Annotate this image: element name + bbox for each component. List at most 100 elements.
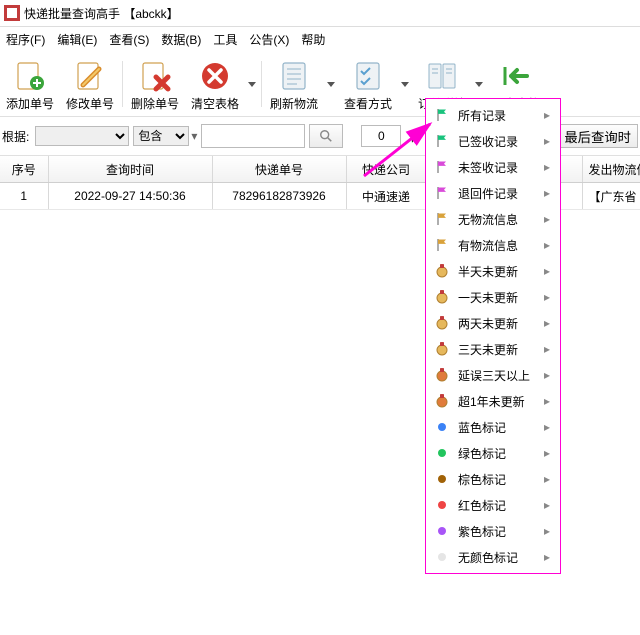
dropdown-item-label: 绿色标记 <box>458 445 534 462</box>
dropdown-item[interactable]: 三天未更新 ▸ <box>428 336 558 362</box>
dropdown-item[interactable]: 无物流信息▸ <box>428 206 558 232</box>
flag-icon <box>434 133 450 149</box>
dropdown-item-label: 两天未更新 <box>458 315 534 332</box>
dropdown-item[interactable]: 超1年未更新▸ <box>428 388 558 414</box>
menu-item[interactable]: 公告(X) <box>243 29 295 50</box>
submenu-caret-icon: ▸ <box>542 550 552 564</box>
dropdown-item-label: 未签收记录 <box>458 159 534 176</box>
medal-icon <box>434 341 450 357</box>
dot-icon <box>434 471 450 487</box>
menu-item[interactable]: 查看(S) <box>103 29 155 50</box>
dropdown-item[interactable]: 棕色标记▸ <box>428 466 558 492</box>
dropdown-item-label: 无物流信息 <box>458 211 534 228</box>
clear-button[interactable]: 清空表格 <box>185 57 245 112</box>
menu-item[interactable]: 数据(B) <box>155 29 207 50</box>
submenu-caret-icon: ▸ <box>542 472 552 486</box>
menu-item[interactable]: 程序(F) <box>0 29 51 50</box>
filter-value-input[interactable] <box>201 124 305 148</box>
menu-item[interactable]: 帮助 <box>295 29 331 50</box>
view-mode-dropdown[interactable]: 所有记录▸已签收记录▸未签收记录▸退回件记录▸无物流信息▸有物流信息▸半天未更新… <box>425 98 561 574</box>
del-button[interactable]: 删除单号 <box>125 57 185 112</box>
menu-item[interactable]: 编辑(E) <box>51 29 103 50</box>
column-header[interactable]: 查询时间 <box>48 156 212 183</box>
filter-operator-select[interactable]: 包含 <box>133 126 189 146</box>
dropdown-item-label: 一天未更新 <box>458 289 534 306</box>
del-label: 删除单号 <box>131 95 179 112</box>
view-button[interactable]: 查看方式 <box>338 57 398 112</box>
flag-icon <box>434 107 450 123</box>
view-dropdown-caret[interactable] <box>398 61 412 107</box>
dropdown-item[interactable]: 绿色标记 ▸ <box>428 440 558 466</box>
submenu-caret-icon: ▸ <box>542 420 552 434</box>
dropdown-item[interactable]: 已签收记录▸ <box>428 128 558 154</box>
dropdown-item[interactable]: 一天未更新 ▸ <box>428 284 558 310</box>
dropdown-item[interactable]: 紫色标记▸ <box>428 518 558 544</box>
flag-icon <box>434 185 450 201</box>
dropdown-item[interactable]: 蓝色标记 ▸ <box>428 414 558 440</box>
dropdown-item[interactable]: 半天未更新▸ <box>428 258 558 284</box>
dropdown-item[interactable]: 退回件记录 ▸ <box>428 180 558 206</box>
dropdown-item[interactable]: 所有记录 ▸ <box>428 102 558 128</box>
dot-icon <box>434 419 450 435</box>
view-icon <box>351 59 385 93</box>
detail-icon <box>425 59 459 93</box>
submenu-caret-icon: ▸ <box>542 316 552 330</box>
dropdown-item[interactable]: 两天未更新 ▸ <box>428 310 558 336</box>
dropdown-item[interactable]: 未签收记录 ▸ <box>428 154 558 180</box>
clear-icon <box>198 59 232 93</box>
cell: 【广东省 <box>582 183 640 210</box>
submenu-caret-icon: ▸ <box>542 186 552 200</box>
dot-icon <box>434 445 450 461</box>
search-button[interactable] <box>309 124 343 148</box>
refresh-label: 刷新物流 <box>270 95 318 112</box>
refresh-button[interactable]: 刷新物流 <box>264 57 324 112</box>
edit-label: 修改单号 <box>66 95 114 112</box>
clear-dropdown-caret[interactable] <box>245 61 259 107</box>
column-header[interactable]: 序号 <box>0 156 48 183</box>
window-title: 快递批量查询高手 【abckk】 <box>24 5 179 22</box>
dropdown-caret-icon: ▾ <box>191 129 197 143</box>
filter-root-label: 根据: <box>2 128 29 145</box>
submenu-caret-icon: ▸ <box>542 394 552 408</box>
dropdown-item[interactable]: 延误三天以上 ▸ <box>428 362 558 388</box>
dropdown-item-label: 所有记录 <box>458 107 534 124</box>
column-header[interactable]: 快递公司 <box>346 156 426 183</box>
interval-number[interactable]: 0 <box>361 125 401 147</box>
filter-field-select[interactable] <box>35 126 129 146</box>
medal-icon <box>434 289 450 305</box>
edit-button[interactable]: 修改单号 <box>60 57 120 112</box>
dot-icon <box>434 497 450 513</box>
dropdown-item-label: 蓝色标记 <box>458 419 534 436</box>
dropdown-item-label: 延误三天以上 <box>458 367 534 384</box>
column-header[interactable]: 快递单号 <box>212 156 346 183</box>
submenu-caret-icon: ▸ <box>542 108 552 122</box>
dropdown-item-label: 三天未更新 <box>458 341 534 358</box>
export-icon <box>499 59 533 93</box>
dropdown-item-label: 无颜色标记 <box>458 549 534 566</box>
add-button[interactable]: 添加单号 <box>0 57 60 112</box>
view-label: 查看方式 <box>344 95 392 112</box>
dropdown-item-label: 退回件记录 <box>458 185 534 202</box>
submenu-caret-icon: ▸ <box>542 368 552 382</box>
last-query-button[interactable]: 最后查询时 <box>557 124 638 148</box>
dropdown-item[interactable]: 无颜色标记 ▸ <box>428 544 558 570</box>
cell: 78296182873926 <box>212 183 346 210</box>
cell: 中通速递 <box>346 183 426 210</box>
edit-icon <box>73 59 107 93</box>
column-header[interactable]: 发出物流信 <box>582 156 640 183</box>
submenu-caret-icon: ▸ <box>542 134 552 148</box>
app-icon <box>4 5 20 21</box>
submenu-caret-icon: ▸ <box>542 238 552 252</box>
dropdown-item[interactable]: 红色标记▸ <box>428 492 558 518</box>
submenu-caret-icon: ▸ <box>542 160 552 174</box>
flag-icon <box>434 159 450 175</box>
dot-icon <box>434 549 450 565</box>
add-icon <box>13 59 47 93</box>
submenu-caret-icon: ▸ <box>542 342 552 356</box>
submenu-caret-icon: ▸ <box>542 290 552 304</box>
dropdown-item[interactable]: 有物流信息▸ <box>428 232 558 258</box>
refresh-dropdown-caret[interactable] <box>324 61 338 107</box>
menubar: 程序(F)编辑(E)查看(S)数据(B)工具公告(X)帮助 <box>0 27 640 51</box>
submenu-caret-icon: ▸ <box>542 446 552 460</box>
menu-item[interactable]: 工具 <box>207 29 243 50</box>
